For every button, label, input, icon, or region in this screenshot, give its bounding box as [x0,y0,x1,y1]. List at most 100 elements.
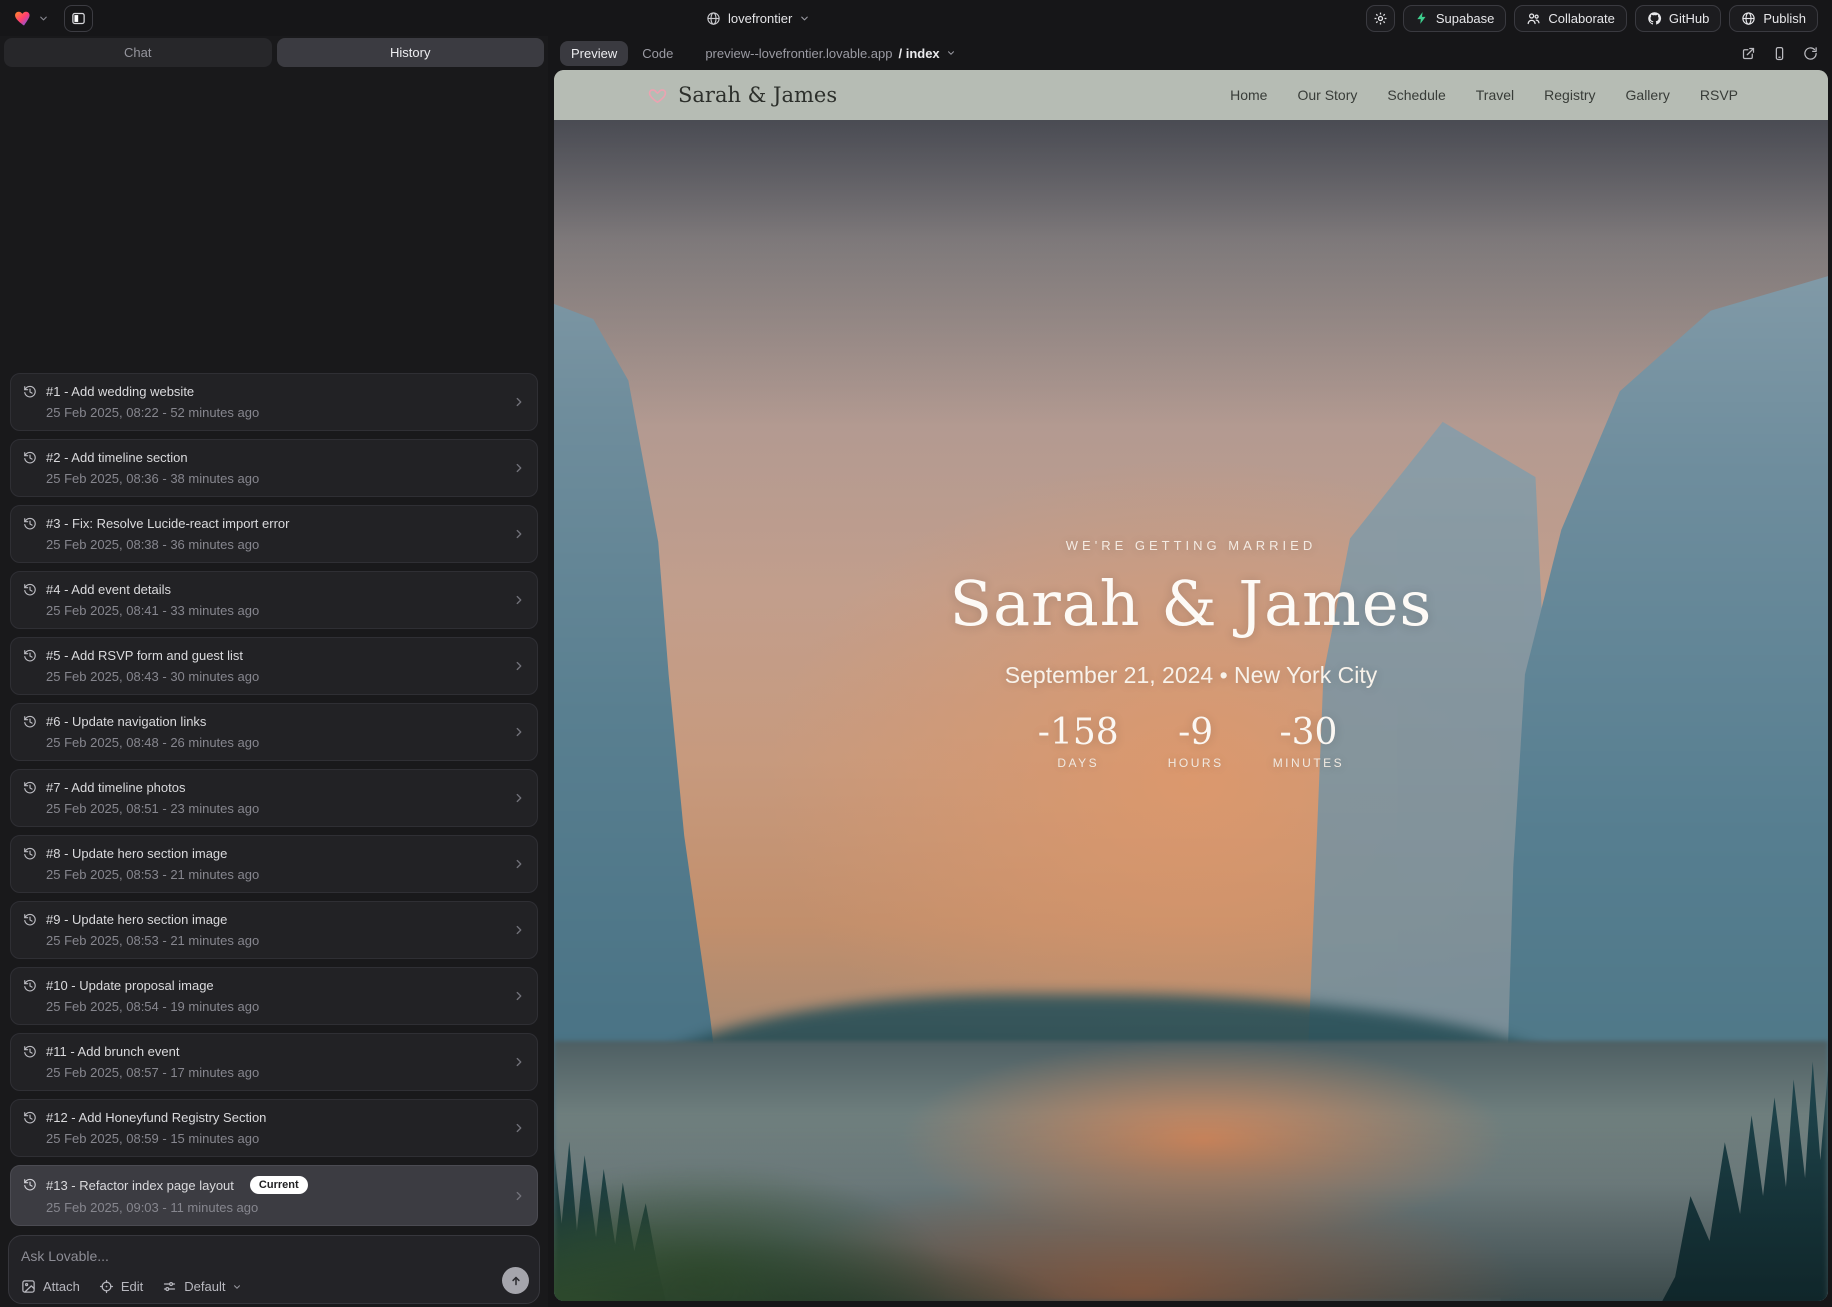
history-item-13-current[interactable]: #13 - Refactor index page layoutCurrent … [10,1165,538,1226]
chevron-right-icon [512,461,526,475]
supabase-bolt-icon [1415,11,1429,25]
smartphone-icon [1772,46,1787,61]
publish-button[interactable]: Publish [1729,5,1818,32]
chevron-right-icon [512,791,526,805]
site-preview-frame: Sarah & James Home Our Story Schedule Tr… [554,70,1828,1301]
lovable-heart-logo-icon [14,8,34,28]
send-button[interactable] [502,1267,529,1294]
chevron-down-icon [38,13,49,24]
lovable-logo-menu[interactable] [14,8,49,28]
sliders-icon [162,1279,177,1294]
preview-url[interactable]: preview--lovefrontier.lovable.app / inde… [705,46,955,61]
history-restore-icon [23,913,37,927]
rocks-layer [554,1041,1828,1301]
right-trees-layer [1446,864,1828,1301]
chevron-down-icon [232,1282,242,1292]
refresh-button[interactable] [1801,44,1820,63]
project-selector[interactable]: lovefrontier [706,0,810,36]
topbar: lovefrontier Supabase Collab [0,0,1832,36]
history-item-1[interactable]: #1 - Add wedding website 25 Feb 2025, 08… [10,373,538,431]
chevron-right-icon [512,725,526,739]
history-item-7[interactable]: #7 - Add timeline photos 25 Feb 2025, 08… [10,769,538,827]
history-item-6[interactable]: #6 - Update navigation links 25 Feb 2025… [10,703,538,761]
hero-dateline: September 21, 2024 • New York City [554,662,1828,689]
edit-select-button[interactable]: Edit [99,1279,143,1294]
gear-icon [1373,11,1388,26]
history-item-4[interactable]: #4 - Add event details 25 Feb 2025, 08:4… [10,571,538,629]
settings-button[interactable] [1366,5,1395,32]
site-brand[interactable]: Sarah & James [648,83,837,107]
chevron-right-icon [512,1121,526,1135]
river-layer [554,1041,1828,1301]
history-item-2[interactable]: #2 - Add timeline section 25 Feb 2025, 0… [10,439,538,497]
chevron-down-icon [799,13,810,24]
history-item-3[interactable]: #3 - Fix: Resolve Lucide-react import er… [10,505,538,563]
history-restore-icon [23,715,37,729]
preview-url-path: / index [898,46,939,61]
chevron-right-icon [512,395,526,409]
lovable-app: lovefrontier Supabase Collab [0,0,1832,1307]
site-nav-our-story[interactable]: Our Story [1297,87,1357,103]
history-item-8[interactable]: #8 - Update hero section image 25 Feb 20… [10,835,538,893]
site-nav-travel[interactable]: Travel [1476,87,1514,103]
chevron-right-icon [512,989,526,1003]
tab-preview[interactable]: Preview [560,41,628,66]
history-list: #1 - Add wedding website 25 Feb 2025, 08… [0,373,548,1226]
chevron-right-icon [512,659,526,673]
mobile-view-button[interactable] [1770,44,1789,63]
countdown-hours: -9 HOURS [1161,715,1231,770]
project-name: lovefrontier [728,11,792,26]
history-item-12[interactable]: #12 - Add Honeyfund Registry Section 25 … [10,1099,538,1157]
site-nav-rsvp[interactable]: RSVP [1700,87,1738,103]
site-nav-registry[interactable]: Registry [1544,87,1595,103]
site-header: Sarah & James Home Our Story Schedule Tr… [554,70,1828,120]
history-restore-icon [23,649,37,663]
collaborate-button[interactable]: Collaborate [1514,5,1627,32]
left-trees-layer [554,970,936,1301]
site-nav-schedule[interactable]: Schedule [1387,87,1445,103]
composer: Attach Edit Default [8,1235,540,1304]
site-nav-gallery[interactable]: Gallery [1626,87,1670,103]
preview-url-host: preview--lovefrontier.lovable.app [705,46,892,61]
site-nav-home[interactable]: Home [1230,87,1267,103]
users-icon [1526,11,1541,26]
countdown-days: -158 DAYS [1038,715,1119,770]
history-restore-icon [23,583,37,597]
hero-content: WE'RE GETTING MARRIED Sarah & James Sept… [554,538,1828,770]
history-restore-icon [23,1178,37,1192]
tab-history[interactable]: History [277,38,545,67]
history-item-9[interactable]: #9 - Update hero section image 25 Feb 20… [10,901,538,959]
tab-code[interactable]: Code [632,41,683,66]
history-restore-icon [23,781,37,795]
current-badge: Current [250,1176,308,1194]
heart-outline-icon [648,86,667,105]
chevron-down-icon [946,48,956,58]
hero-eyebrow: WE'RE GETTING MARRIED [554,538,1828,553]
target-icon [99,1279,114,1294]
chevron-right-icon [512,593,526,607]
history-restore-icon [23,451,37,465]
chevron-right-icon [512,923,526,937]
history-item-11[interactable]: #11 - Add brunch event 25 Feb 2025, 08:5… [10,1033,538,1091]
history-restore-icon [23,979,37,993]
attach-button[interactable]: Attach [21,1279,80,1294]
prompt-input[interactable] [21,1248,481,1264]
arrow-up-icon [509,1274,523,1288]
preview-toolbar: Preview Code preview--lovefrontier.lovab… [548,36,1832,70]
sidebar: Chat History #1 - Add wedding website 25… [0,36,548,1307]
external-link-icon [1741,46,1756,61]
history-restore-icon [23,1111,37,1125]
history-item-10[interactable]: #10 - Update proposal image 25 Feb 2025,… [10,967,538,1025]
mode-select-button[interactable]: Default [162,1279,242,1294]
history-restore-icon [23,517,37,531]
supabase-button[interactable]: Supabase [1403,5,1507,32]
history-item-5[interactable]: #5 - Add RSVP form and guest list 25 Feb… [10,637,538,695]
countdown-minutes: -30 MINUTES [1273,715,1345,770]
tab-chat[interactable]: Chat [4,38,272,67]
github-button[interactable]: GitHub [1635,5,1721,32]
github-icon [1647,11,1662,26]
globe-icon [706,11,721,26]
site-nav: Home Our Story Schedule Travel Registry … [1230,87,1738,103]
open-in-new-tab-button[interactable] [1739,44,1758,63]
sidebar-toggle-button[interactable] [64,5,93,32]
